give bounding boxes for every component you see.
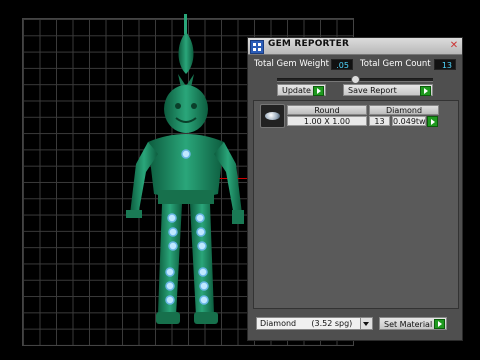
save-report-button-label: Save Report [348, 86, 397, 95]
gem-count-cell: 13 [369, 116, 390, 126]
material-select-value: Diamond (3.52 spg) [260, 319, 353, 328]
panel-titlebar[interactable]: GEM REPORTER ✕ [248, 38, 462, 55]
total-gem-count-value: 13 [434, 59, 456, 70]
chevron-down-icon [360, 318, 372, 329]
update-button[interactable]: Update [277, 84, 326, 96]
round-gem-icon[interactable] [260, 104, 285, 128]
column-header-material: Diamond [369, 105, 439, 115]
gem-list[interactable]: Round Diamond 1.00 X 1.00 13 0.049tw [253, 100, 459, 309]
gem-weight-cell: 0.049tw [392, 116, 426, 126]
panel-title: GEM REPORTER [268, 39, 350, 49]
total-gem-weight-label: Total Gem Weight [254, 59, 329, 69]
play-arrow-icon [420, 86, 431, 96]
save-report-button[interactable]: Save Report [343, 84, 433, 96]
gem-reporter-icon [250, 40, 264, 54]
gem-reporter-panel: GEM REPORTER ✕ Total Gem Weight .05 Tota… [247, 37, 463, 341]
total-gem-weight-value: .05 [331, 59, 353, 70]
column-header-shape: Round [287, 105, 367, 115]
jewelry-figure-model[interactable] [118, 14, 258, 334]
play-arrow-icon [313, 86, 324, 96]
update-button-label: Update [282, 86, 311, 95]
set-material-button[interactable]: Set Material [379, 317, 447, 330]
material-select[interactable]: Diamond (3.52 spg) [256, 317, 373, 330]
set-material-button-label: Set Material [384, 320, 433, 329]
play-arrow-icon [434, 319, 445, 329]
close-icon[interactable]: ✕ [449, 41, 459, 51]
gem-size-cell: 1.00 X 1.00 [287, 116, 367, 126]
total-gem-count-label: Total Gem Count [360, 59, 431, 69]
slider-handle[interactable] [351, 75, 360, 84]
play-arrow-icon[interactable] [427, 116, 438, 127]
